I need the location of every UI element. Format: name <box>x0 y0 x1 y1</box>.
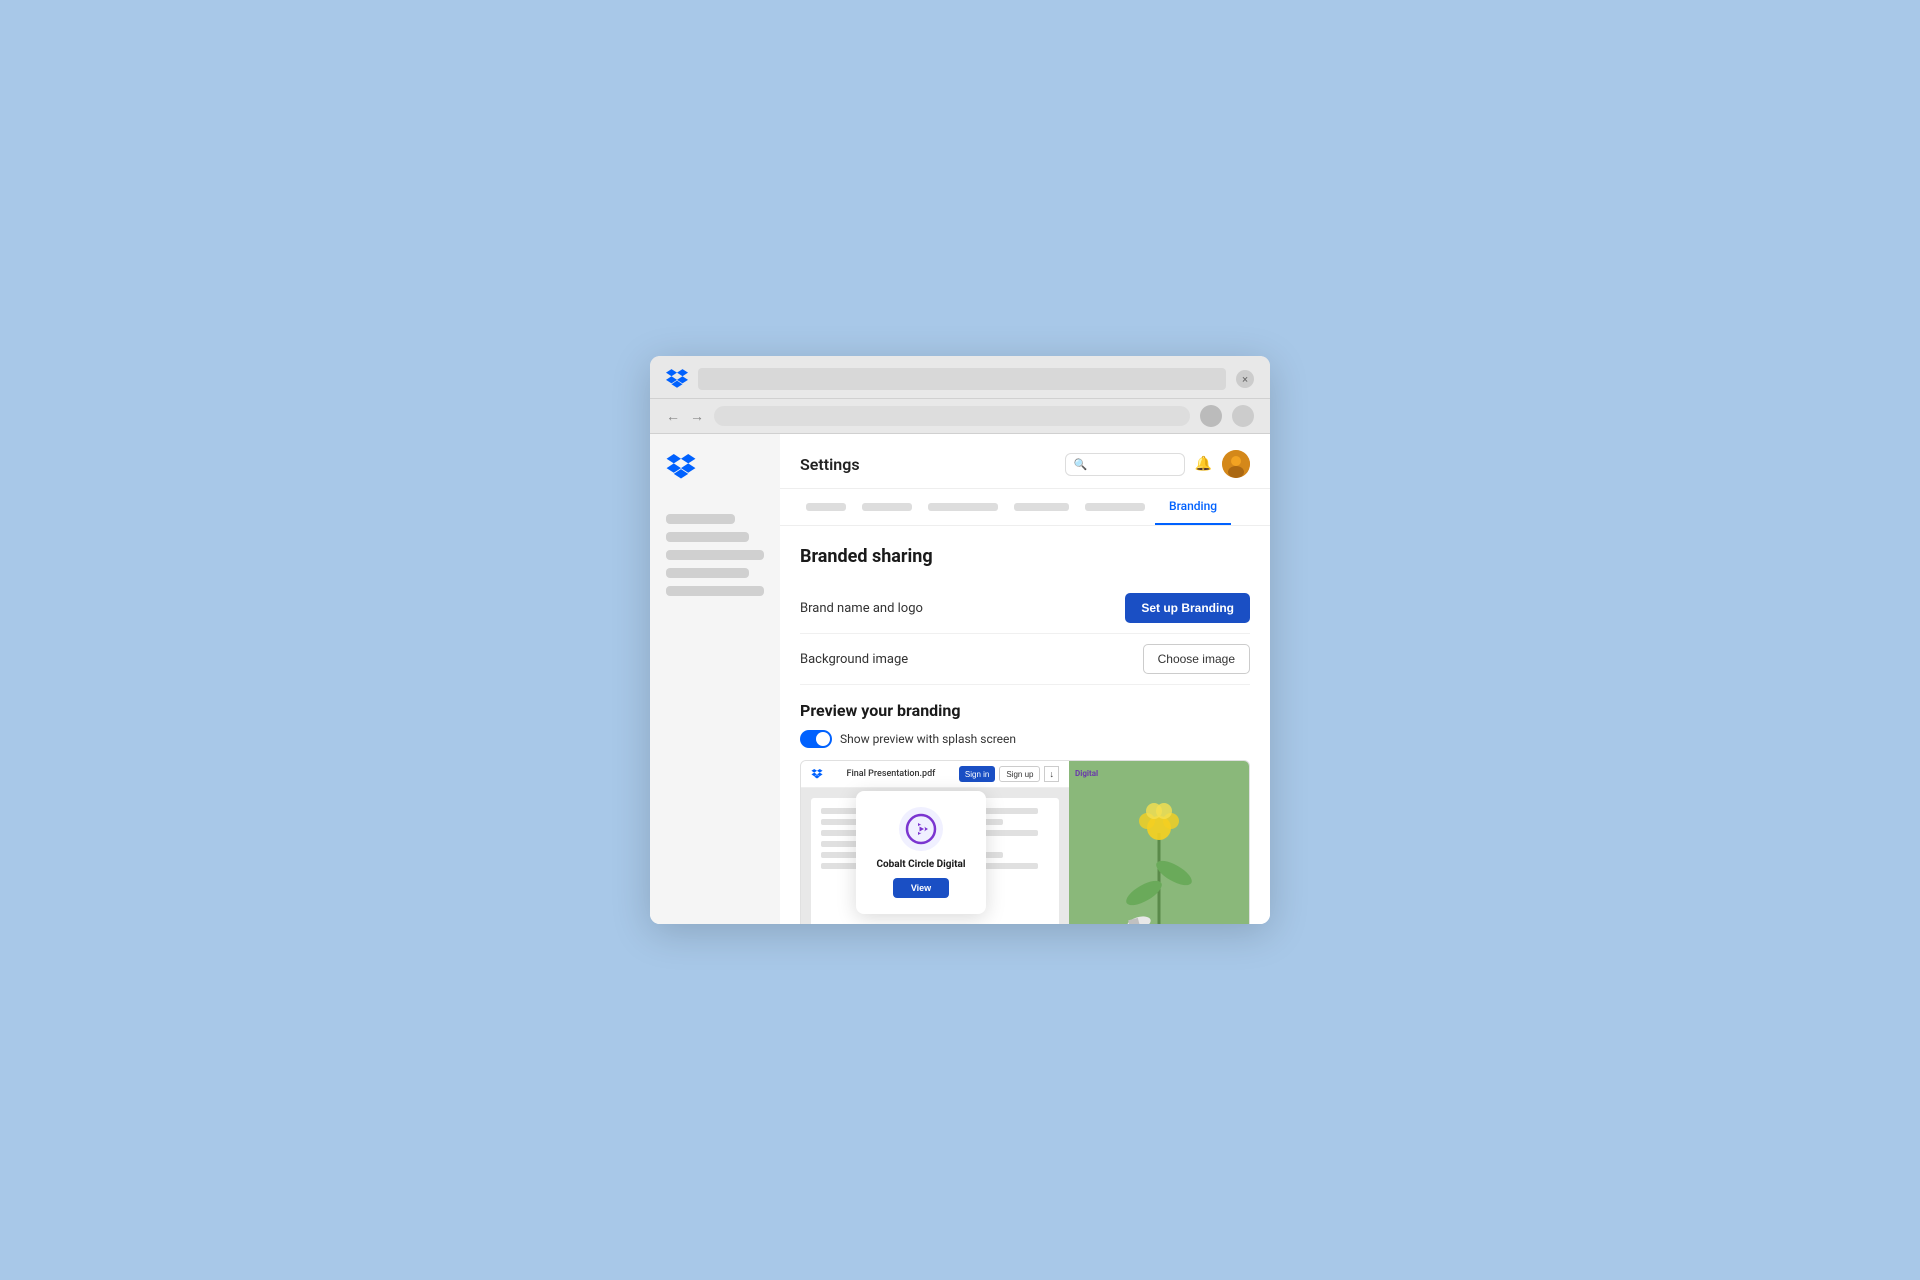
avatar-image <box>1222 450 1250 478</box>
tab-placeholder-3 <box>928 503 998 511</box>
notifications-bell-icon[interactable]: 🔔 <box>1195 456 1212 472</box>
preview-right: Digital <box>1069 761 1249 924</box>
background-image-row: Background image Choose image <box>800 634 1250 685</box>
browser-titlebar: × <box>650 356 1270 399</box>
back-arrow-icon[interactable]: ← <box>666 408 680 425</box>
preview-container: Final Presentation.pdf Sign in Sign up ↓ <box>800 760 1250 924</box>
preview-signup-button[interactable]: Sign up <box>999 766 1040 782</box>
preview-section: Preview your branding Show preview with … <box>800 701 1250 924</box>
sidebar-nav-item-3[interactable] <box>666 550 764 560</box>
tabs-row: Branding <box>780 489 1270 526</box>
sidebar-nav-item-4[interactable] <box>666 568 749 578</box>
tab-placeholder-4 <box>1014 503 1069 511</box>
sidebar-nav-item-2[interactable] <box>666 532 749 542</box>
toggle-label: Show preview with splash screen <box>840 732 1016 746</box>
preview-signin-button[interactable]: Sign in <box>959 766 995 782</box>
sidebar-nav-group <box>666 514 764 596</box>
section-title: Branded sharing <box>800 546 1250 567</box>
browser-window: × ← → <box>650 356 1270 924</box>
user-avatar[interactable] <box>1222 450 1250 478</box>
nav-avatar-2 <box>1232 405 1254 427</box>
app-layout: Settings 🔍 🔔 <box>650 434 1270 924</box>
brand-name-text: Cobalt Circle Digital <box>876 859 965 870</box>
preview-dropbox-icon <box>811 769 823 779</box>
browser-url-bar <box>698 368 1226 390</box>
sidebar-nav-item-5[interactable] <box>666 586 764 596</box>
setup-branding-button[interactable]: Set up Branding <box>1125 593 1250 623</box>
overlay-splash-card: Cobalt Circle Digital View <box>856 791 986 914</box>
brand-name-label: Brand name and logo <box>800 601 923 616</box>
choose-image-button[interactable]: Choose image <box>1143 644 1250 674</box>
forward-arrow-icon[interactable]: → <box>690 408 704 425</box>
main-content: Settings 🔍 🔔 <box>780 434 1270 924</box>
sidebar-nav-item-1[interactable] <box>666 514 735 524</box>
preview-toggle[interactable] <box>800 730 832 748</box>
tab-placeholder-2 <box>862 503 912 511</box>
search-bar[interactable]: 🔍 <box>1065 453 1185 476</box>
tab-branding[interactable]: Branding <box>1155 489 1231 525</box>
header-right: 🔍 🔔 <box>1065 450 1250 478</box>
nav-url-bar[interactable] <box>714 406 1190 426</box>
preview-download-button[interactable]: ↓ <box>1044 766 1059 782</box>
sidebar <box>650 434 780 924</box>
dropbox-logo-icon <box>666 368 688 390</box>
nav-avatar-1 <box>1200 405 1222 427</box>
tab-placeholder-1 <box>806 503 846 511</box>
search-icon: 🔍 <box>1074 458 1088 471</box>
browser-close-button[interactable]: × <box>1236 370 1254 388</box>
main-header: Settings 🔍 🔔 <box>780 434 1270 489</box>
brand-logo-icon <box>905 813 937 845</box>
sidebar-logo <box>666 454 764 484</box>
plant-illustration <box>1089 773 1229 925</box>
preview-brand-text-right: Digital <box>1075 769 1098 778</box>
settings-body: Branded sharing Brand name and logo Set … <box>780 526 1270 924</box>
preview-topbar: Final Presentation.pdf Sign in Sign up ↓ <box>801 761 1069 788</box>
browser-nav: ← → <box>650 399 1270 434</box>
preview-section-title: Preview your branding <box>800 701 1250 720</box>
brand-logo-circle <box>899 807 943 851</box>
brand-name-row: Brand name and logo Set up Branding <box>800 583 1250 634</box>
toggle-row: Show preview with splash screen <box>800 730 1250 748</box>
page-title: Settings <box>800 455 860 474</box>
preview-view-button[interactable]: View <box>893 878 949 898</box>
preview-inner: Final Presentation.pdf Sign in Sign up ↓ <box>801 761 1249 924</box>
background-image-label: Background image <box>800 652 908 667</box>
preview-actions: Sign in Sign up ↓ <box>959 766 1059 782</box>
preview-filename: Final Presentation.pdf <box>847 769 936 779</box>
tab-placeholder-5 <box>1085 503 1145 511</box>
